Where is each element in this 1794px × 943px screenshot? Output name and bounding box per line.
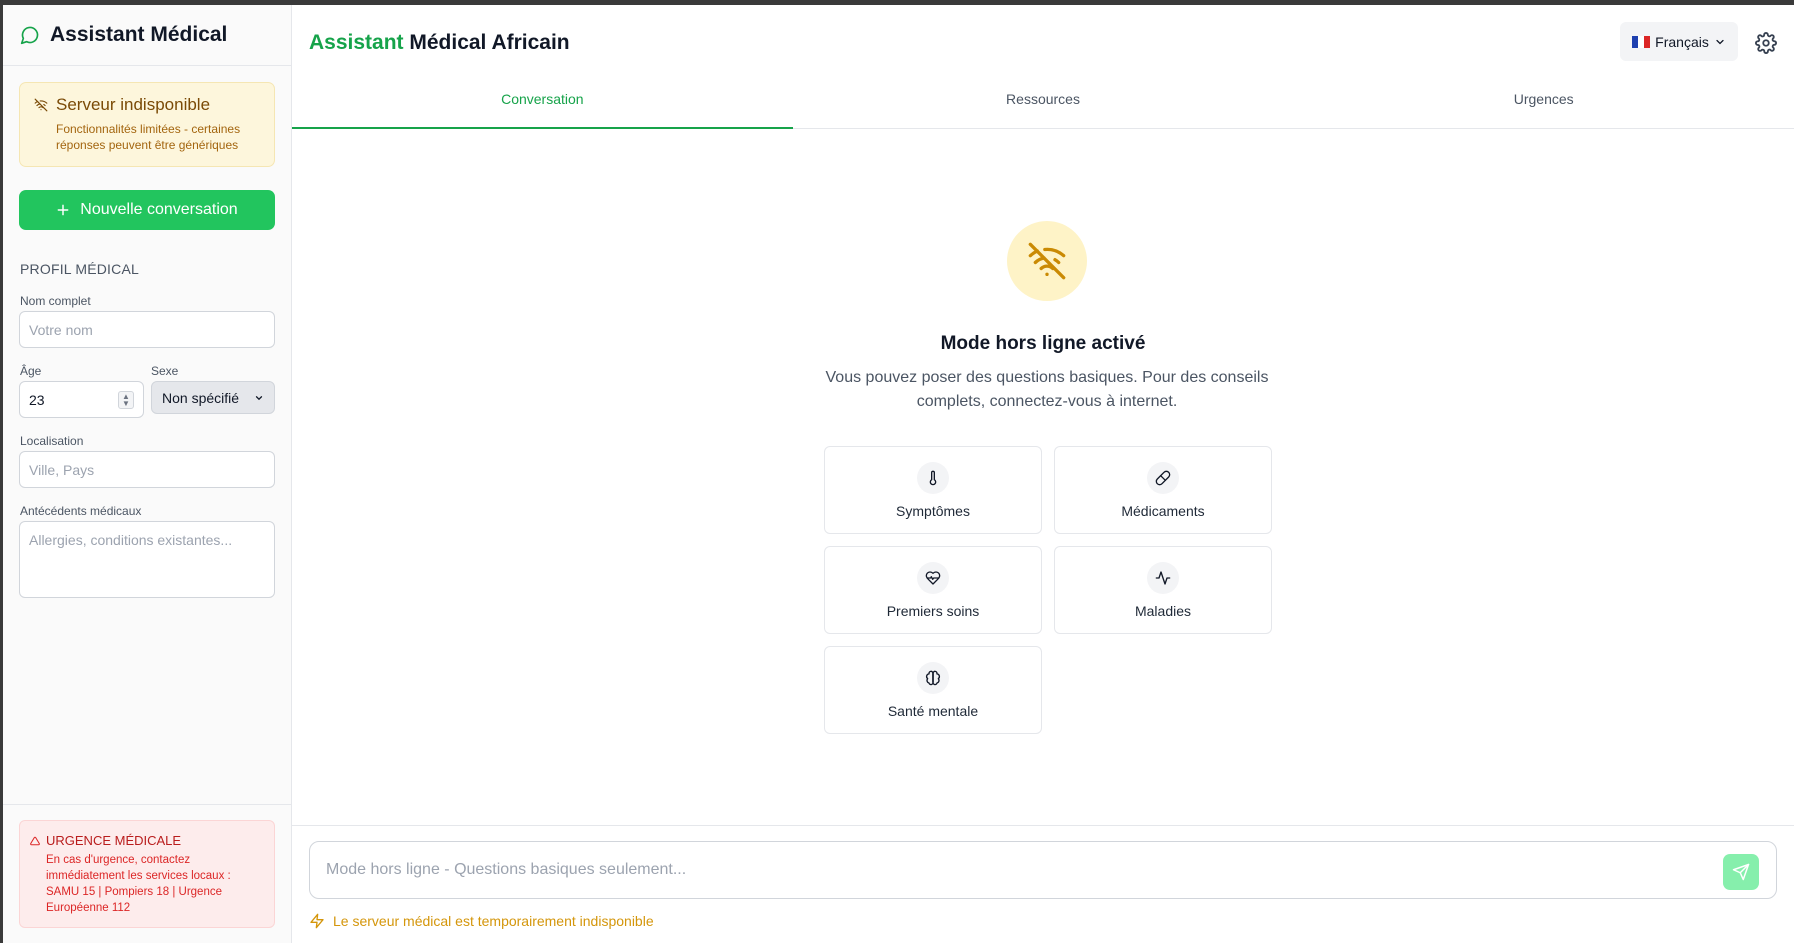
category-card-maladies[interactable]: Maladies [1054,546,1272,634]
chevron-down-icon [1716,39,1724,44]
new-conversation-label: Nouvelle conversation [80,201,238,218]
server-status-text: Le serveur médical est temporairement in… [333,913,654,929]
tab-bar: Conversation Ressources Urgences [292,75,1794,129]
message-composer [309,841,1777,899]
thermometer-icon [917,461,949,494]
history-label: Antécédents médicaux [20,504,142,518]
app-title-accent: Assistant [309,31,404,54]
age-input[interactable]: 23 ▲ ▼ [19,381,144,418]
emergency-title: URGENCE MÉDICALE [46,833,182,848]
sidebar: Assistant Médical Serveur indisponible F… [3,5,292,943]
offline-badge [1007,221,1087,301]
sidebar-title: Assistant Médical [50,23,228,46]
category-card-premiers-soins[interactable]: Premiers soins [824,546,1042,634]
category-label: Premiers soins [886,602,980,619]
chat-bubble-icon [20,26,39,45]
wifi-off-icon [34,98,48,112]
alert-triangle-icon [30,836,40,845]
age-value: 23 [29,391,45,408]
app-window: Assistant Médical Serveur indisponible F… [3,5,1794,943]
gear-icon[interactable] [1755,32,1777,54]
server-status: Le serveur médical est temporairement in… [309,913,654,929]
sidebar-divider [3,804,292,805]
language-selector[interactable]: Français [1620,22,1738,61]
category-card-medicaments[interactable]: Médicaments [1054,446,1272,534]
location-field[interactable] [19,451,275,488]
category-label: Maladies [1134,602,1192,619]
emergency-card: URGENCE MÉDICALE En cas d'urgence, conta… [19,820,275,928]
warning-title: Serveur indisponible [56,95,211,114]
language-label: Français [1655,33,1709,50]
profile-section-title: PROFIL MÉDICAL [20,261,139,277]
sex-value: Non spécifié [162,389,240,406]
tab-ressources[interactable]: Ressources [793,75,1294,128]
age-label: Âge [20,364,42,378]
lightning-icon [310,913,324,929]
chevron-down-icon [255,395,263,400]
offline-description: Vous pouvez poser des questions basiques… [825,369,1269,410]
category-card-symptomes[interactable]: Symptômes [824,446,1042,534]
wifi-off-icon [1028,242,1066,280]
category-label: Santé mentale [887,702,979,719]
emergency-text: En cas d'urgence, contactez immédiatemen… [46,854,231,914]
tab-urgences[interactable]: Urgences [1293,75,1794,128]
app-title-rest: Médical Africain [403,31,570,54]
app-title: Assistant Médical Africain [309,31,570,55]
brain-icon [917,661,949,694]
send-button[interactable] [1723,854,1759,890]
name-field[interactable] [19,311,275,348]
name-label: Nom complet [20,294,91,308]
new-conversation-button[interactable]: Nouvelle conversation [19,190,275,230]
offline-title: Mode hors ligne activé [940,333,1146,354]
plus-icon [57,204,69,216]
sex-select[interactable]: Non spécifié [151,381,275,414]
france-flag-icon [1632,35,1651,48]
main-panel: Assistant Médical Africain Français Conv… [292,5,1794,943]
message-input[interactable] [310,842,1776,898]
send-icon [1732,863,1750,881]
top-bar: Assistant Médical Africain Français [292,5,1794,75]
medical-history-field[interactable] [19,521,275,598]
location-label: Localisation [20,434,84,448]
category-label: Médicaments [1121,502,1205,519]
server-warning-card: Serveur indisponible Fonctionnalités lim… [19,82,275,167]
tab-conversation[interactable]: Conversation [292,75,793,129]
age-stepper[interactable]: ▲ ▼ [118,390,134,409]
activity-icon [1147,561,1179,594]
heart-pulse-icon [917,561,949,594]
category-card-sante-mentale[interactable]: Santé mentale [824,646,1042,734]
warning-description: Fonctionnalités limitées - certaines rép… [56,122,241,152]
pill-icon [1147,461,1179,494]
category-label: Symptômes [896,502,970,519]
composer-divider [292,825,1794,826]
sidebar-brand: Assistant Médical [3,5,291,66]
sex-label: Sexe [151,364,179,378]
